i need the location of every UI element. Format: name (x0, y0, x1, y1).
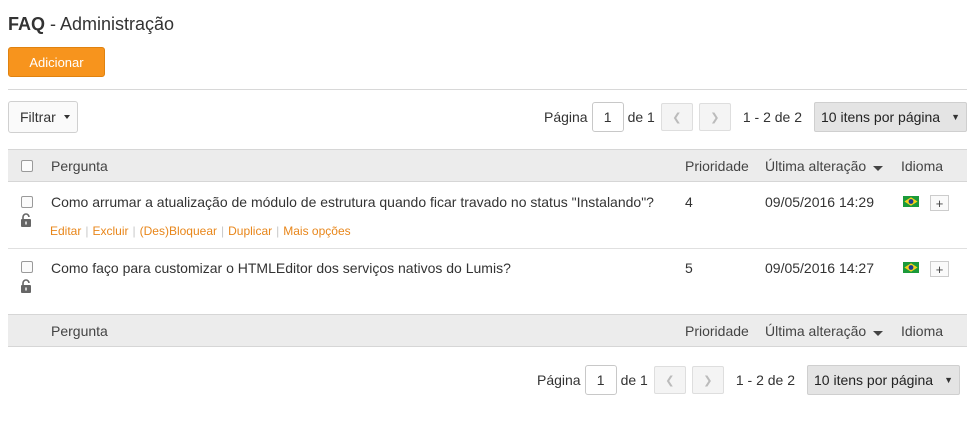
plus-icon: + (935, 261, 944, 277)
row-question[interactable]: Como faço para customizar o HTMLEditor d… (51, 260, 511, 276)
filter-button[interactable]: Filtrar (8, 101, 78, 133)
page-count-label: de 1 (620, 372, 648, 388)
column-header-priority[interactable]: Prioridade (685, 158, 749, 174)
next-page-button[interactable]: ❯ (691, 366, 724, 394)
lock-icon (21, 213, 31, 227)
table-row: Como arrumar a atualização de módulo de … (8, 183, 967, 249)
brazil-flag-icon[interactable] (903, 262, 919, 273)
more-options-link[interactable]: Mais opções (283, 224, 350, 238)
column-header-question[interactable]: Pergunta (51, 158, 108, 174)
page-number-input[interactable] (584, 365, 617, 395)
column-header-updated[interactable]: Última alteração (765, 323, 884, 339)
page-title-bold: FAQ (8, 14, 46, 34)
row-updated: 09/05/2016 14:29 (765, 194, 874, 210)
pager-top: Página de 1 ❮ ❯ 1 - 2 de 2 10 itens por … (544, 101, 967, 133)
separator: | (85, 224, 89, 238)
row-priority: 5 (685, 260, 693, 276)
column-header-updated-label: Última alteração (765, 158, 867, 174)
items-per-page-value: 10 itens por página (821, 109, 941, 125)
add-language-button[interactable]: + (930, 195, 949, 211)
previous-page-button[interactable]: ❮ (653, 366, 686, 394)
chevron-right-icon: ❯ (703, 374, 713, 387)
chevron-right-icon: ❯ (710, 111, 720, 124)
brazil-flag-icon[interactable] (903, 196, 919, 207)
items-per-page-select[interactable]: 10 itens por página ▼ (814, 102, 967, 132)
table-row: Como faço para customizar o HTMLEditor d… (8, 249, 967, 315)
edit-link[interactable]: Editar (50, 224, 81, 238)
delete-link[interactable]: Excluir (92, 224, 128, 238)
plus-icon: + (935, 195, 944, 211)
add-language-button[interactable]: + (930, 261, 949, 277)
add-button[interactable]: Adicionar (8, 47, 105, 77)
column-header-priority[interactable]: Prioridade (685, 323, 749, 339)
caret-down-icon (63, 115, 70, 119)
pager-bottom: Página de 1 ❮ ❯ 1 - 2 de 2 10 itens por … (537, 364, 960, 396)
item-range: 1 - 2 de 2 (742, 109, 802, 125)
row-priority: 4 (685, 194, 693, 210)
divider (8, 89, 967, 90)
duplicate-link[interactable]: Duplicar (228, 224, 272, 238)
column-header-question[interactable]: Pergunta (51, 323, 108, 339)
column-header-language: Idioma (901, 323, 944, 339)
row-updated: 09/05/2016 14:27 (765, 260, 874, 276)
page-title: FAQ - Administração (8, 14, 174, 35)
column-header-updated-label: Última alteração (765, 323, 867, 339)
previous-page-button[interactable]: ❮ (660, 103, 693, 131)
row-checkbox[interactable] (21, 196, 33, 208)
caret-down-icon: ▼ (944, 375, 953, 385)
sort-down-icon (873, 166, 884, 171)
row-checkbox[interactable] (21, 261, 33, 273)
select-all-checkbox[interactable] (21, 160, 33, 172)
page-label: Página (537, 372, 581, 388)
chevron-left-icon: ❮ (665, 374, 675, 387)
table-footer-header: Pergunta Prioridade Última alteração Idi… (8, 314, 967, 347)
row-actions: Editar | Excluir | (Des)Bloquear | Duplicar | Ma… (50, 224, 351, 238)
page-title-rest: - Administração (45, 14, 175, 34)
row-question[interactable]: Como arrumar a atualização de módulo de … (51, 194, 654, 210)
next-page-button[interactable]: ❯ (698, 103, 731, 131)
caret-down-icon: ▼ (951, 112, 960, 122)
items-per-page-select[interactable]: 10 itens por página ▼ (807, 365, 960, 395)
sort-down-icon (873, 331, 884, 336)
separator: | (276, 224, 280, 238)
item-range: 1 - 2 de 2 (735, 372, 795, 388)
chevron-left-icon: ❮ (672, 111, 682, 124)
lock-icon (21, 279, 31, 293)
items-per-page-value: 10 itens por página (814, 372, 934, 388)
lock-toggle-link[interactable]: (Des)Bloquear (140, 224, 217, 238)
separator: | (221, 224, 225, 238)
separator: | (132, 224, 136, 238)
filter-label: Filtrar (20, 109, 56, 125)
table-header: Pergunta Prioridade Última alteração Idi… (8, 149, 967, 182)
column-header-language: Idioma (901, 158, 944, 174)
column-header-updated[interactable]: Última alteração (765, 158, 884, 174)
page-count-label: de 1 (627, 109, 655, 125)
page-label: Página (544, 109, 588, 125)
page-number-input[interactable] (591, 102, 624, 132)
